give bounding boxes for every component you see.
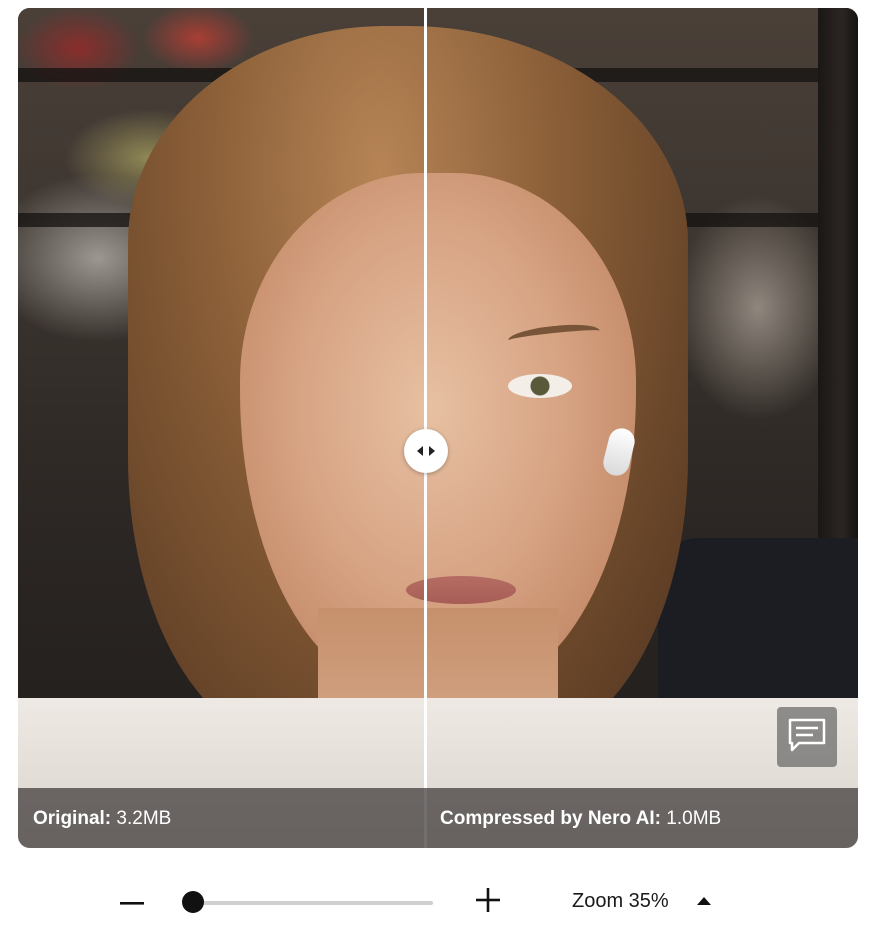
caret-up-icon[interactable] [697, 897, 711, 905]
comparison-divider-line[interactable] [424, 8, 427, 848]
plus-icon [476, 887, 500, 917]
comparison-divider-handle[interactable] [404, 429, 448, 473]
zoom-slider-thumb[interactable] [182, 891, 205, 913]
compressed-photo [18, 8, 858, 848]
minus-icon [120, 893, 144, 911]
compressed-size-value: 1.0MB [661, 808, 722, 829]
zoom-slider-track[interactable] [186, 901, 433, 905]
original-size-caption: Original: 3.2MB [33, 788, 171, 848]
feedback-chat-button[interactable] [777, 707, 837, 767]
zoom-in-button[interactable] [474, 882, 502, 922]
original-size-value: 3.2MB [111, 808, 172, 829]
image-comparison-viewer[interactable]: Original: 3.2MB Compressed by Nero AI: 1… [18, 8, 858, 848]
compressed-size-caption: Compressed by Nero AI: 1.0MB [440, 788, 721, 848]
original-label: Original: [33, 808, 112, 829]
compressed-label: Compressed by Nero AI: [440, 808, 662, 829]
chat-bubble-icon [787, 717, 827, 758]
zoom-controls: Zoom 35% [0, 870, 873, 934]
zoom-out-button[interactable] [118, 882, 146, 922]
left-right-arrows-icon [415, 444, 437, 458]
zoom-level-label: Zoom 35% [572, 890, 669, 912]
